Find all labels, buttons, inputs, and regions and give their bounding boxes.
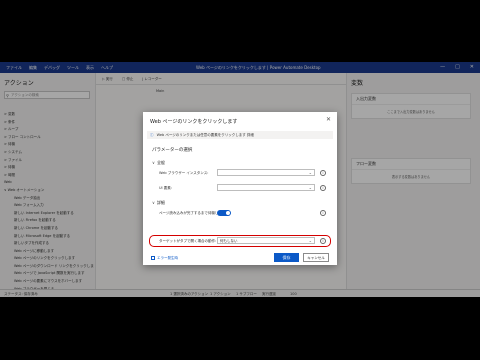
browser-instance-label: Web ブラウザー インスタンス:: [159, 171, 209, 175]
save-button[interactable]: 保存: [274, 253, 299, 262]
advanced-group[interactable]: ∨ 詳細: [152, 200, 165, 206]
chevron-down-icon: ⌄: [308, 170, 312, 175]
app-window: ファイル 編集 デバッグ ツール 表示 ヘルプ Web ページのリンクをクリック…: [0, 62, 480, 297]
error-icon: [151, 256, 155, 260]
ui-element-select[interactable]: ⌄: [217, 184, 315, 191]
modal-overlay: Web ページのリンクをクリックします ✕ ⓘ Web ページのリンクまたは任意…: [0, 62, 480, 297]
close-icon[interactable]: ✕: [326, 116, 331, 123]
help-icon[interactable]: i: [320, 170, 326, 176]
help-icon[interactable]: i: [320, 210, 326, 216]
help-icon[interactable]: i: [320, 238, 326, 244]
cancel-button[interactable]: キャンセル: [303, 253, 329, 262]
info-bar: ⓘ Web ページのリンクまたは任意の要素をクリックします 詳細: [147, 131, 333, 139]
info-text: Web ページのリンクまたは任意の要素をクリックします 詳細: [156, 133, 254, 137]
advanced-group-label: 詳細: [156, 200, 165, 205]
new-tab-behavior-select[interactable]: 何もしない ⌄: [217, 237, 315, 244]
help-icon[interactable]: i: [320, 185, 326, 191]
click-link-dialog: Web ページのリンクをクリックします ✕ ⓘ Web ページのリンクまたは任意…: [143, 112, 337, 265]
info-icon: ⓘ: [150, 133, 154, 137]
ui-element-label: UI 要素:: [159, 186, 172, 190]
toggle-knob: [226, 211, 230, 215]
new-tab-behavior-label: ターゲットがタブで開く場合の動作:: [159, 239, 217, 243]
new-tab-behavior-value: 何もしない: [220, 239, 238, 243]
on-error-link[interactable]: エラー発生時: [151, 256, 178, 261]
on-error-label: エラー発生時: [157, 256, 178, 260]
chevron-down-icon: ∨: [152, 200, 155, 205]
general-group-label: 全般: [156, 160, 165, 165]
browser-instance-select[interactable]: ⌄: [217, 169, 315, 176]
parameters-title: パラメーターの選択: [152, 148, 193, 153]
chevron-down-icon: ⌄: [308, 238, 312, 243]
dialog-title: Web ページのリンクをクリックします: [150, 119, 238, 125]
chevron-down-icon: ⌄: [308, 185, 312, 190]
general-group[interactable]: ∨ 全般: [152, 160, 165, 166]
chevron-down-icon: ∨: [152, 160, 155, 165]
wait-load-toggle[interactable]: [217, 210, 231, 216]
